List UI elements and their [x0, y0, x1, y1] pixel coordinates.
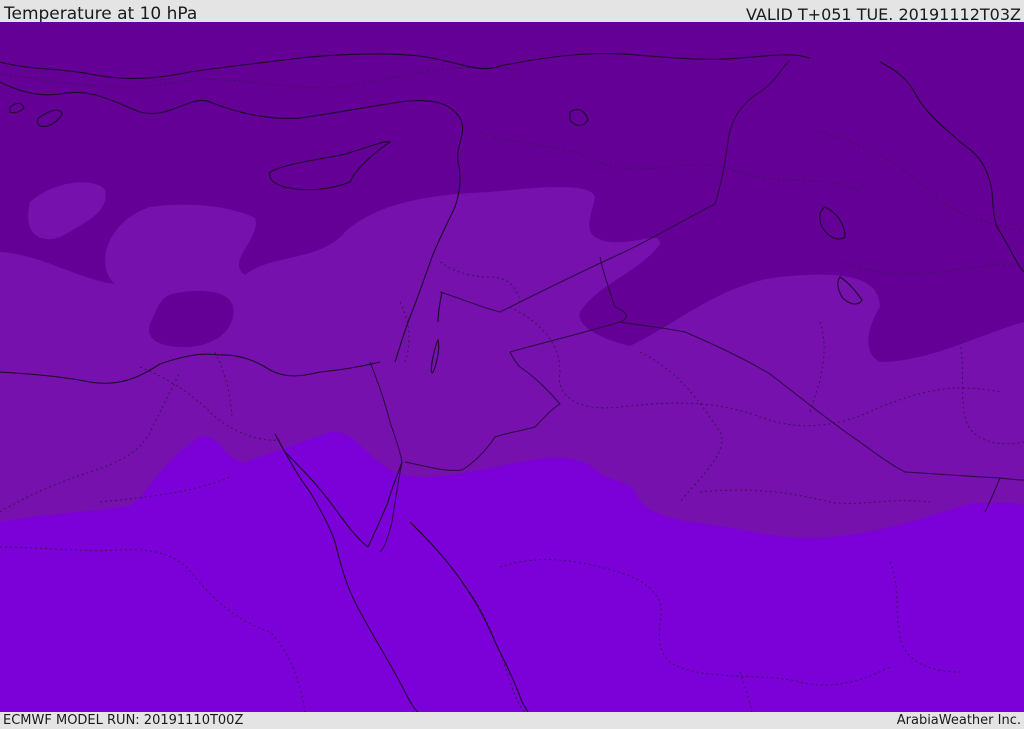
- header-bar: Temperature at 10 hPa VALID T+051 TUE. 2…: [0, 0, 1024, 24]
- footer-bar: ECMWF MODEL RUN: 20191110T00Z ArabiaWeat…: [0, 712, 1024, 729]
- map-frame: Temperature at 10 hPa VALID T+051 TUE. 2…: [0, 0, 1024, 729]
- model-run-label: ECMWF MODEL RUN: 20191110T00Z: [3, 713, 244, 728]
- temperature-map: [0, 22, 1024, 712]
- credit-label: ArabiaWeather Inc.: [896, 713, 1021, 728]
